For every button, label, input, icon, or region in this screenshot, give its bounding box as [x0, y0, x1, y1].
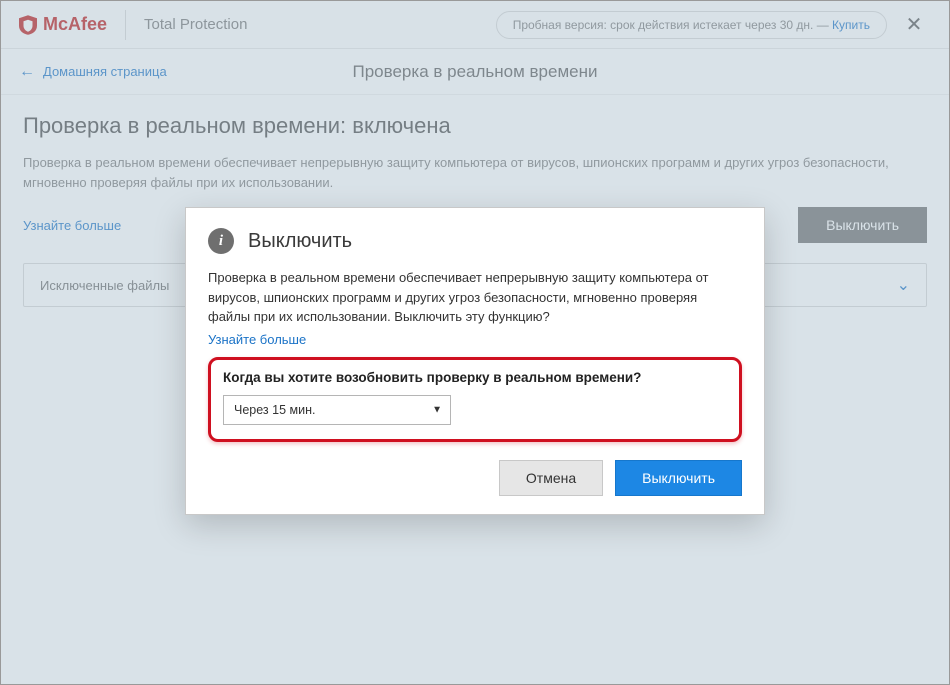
disable-modal: i Выключить Проверка в реальном времени … — [185, 207, 765, 515]
modal-body-text: Проверка в реальном времени обеспечивает… — [208, 268, 742, 327]
resume-time-select[interactable]: Через 15 мин. — [223, 395, 451, 425]
resume-question: Когда вы хотите возобновить проверку в р… — [223, 370, 727, 385]
modal-title: Выключить — [248, 230, 352, 253]
resume-time-select-wrap: Через 15 мин. ▼ — [223, 395, 451, 425]
modal-backdrop: i Выключить Проверка в реальном времени … — [1, 1, 949, 684]
cancel-button[interactable]: Отмена — [499, 460, 603, 496]
info-icon: i — [208, 228, 234, 254]
modal-learn-more-link[interactable]: Узнайте больше — [208, 332, 306, 347]
confirm-disable-button[interactable]: Выключить — [615, 460, 742, 496]
resume-time-section: Когда вы хотите возобновить проверку в р… — [208, 357, 742, 442]
app-frame: McAfee Total Protection Пробная версия: … — [0, 0, 950, 685]
modal-header: i Выключить — [208, 228, 742, 254]
modal-actions: Отмена Выключить — [208, 460, 742, 496]
